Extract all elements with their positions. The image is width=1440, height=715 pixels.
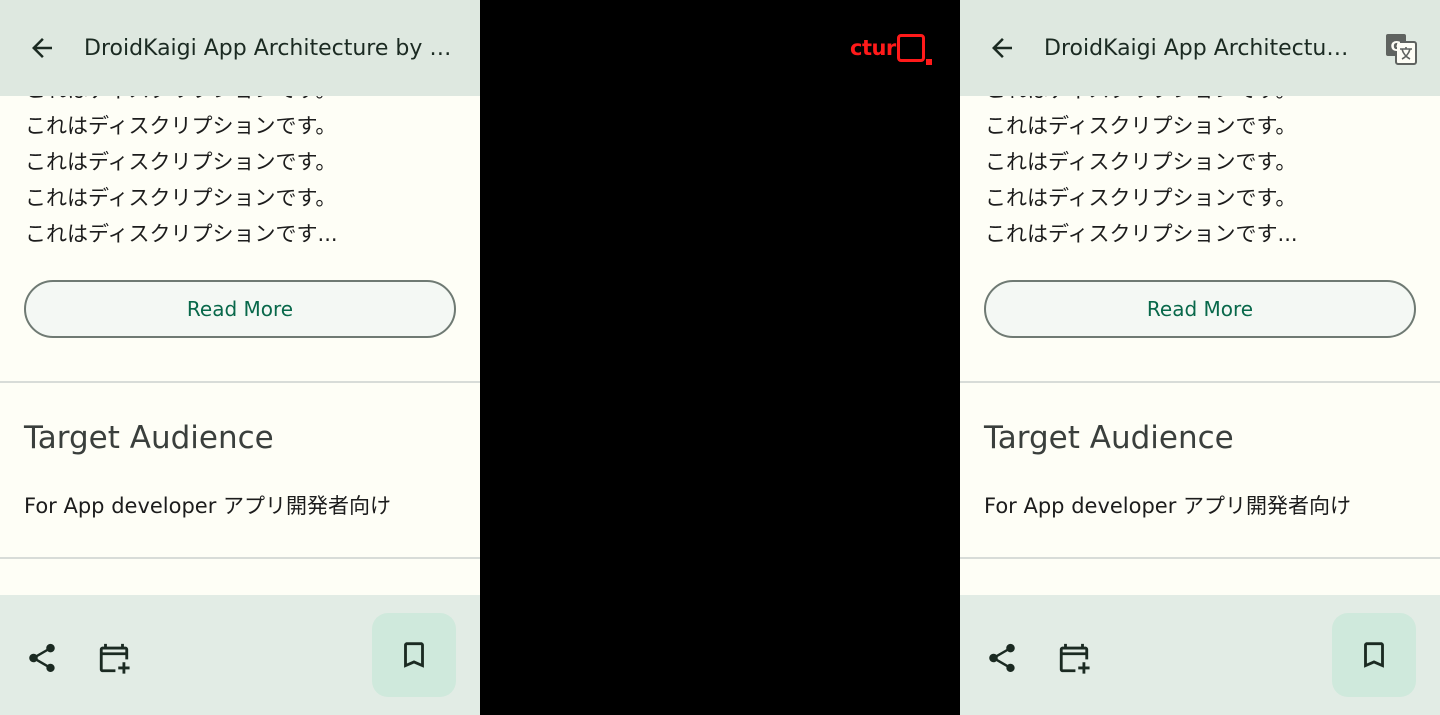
top-app-bar: DroidKaigi App Architecture by arkivanov… <box>960 0 1440 96</box>
session-detail-screen-right: これはディスクリプションです。 これはディスクリプションです。 これはディスクリ… <box>960 0 1440 715</box>
bookmark-button[interactable] <box>372 613 456 697</box>
read-more-button[interactable]: Read More <box>984 280 1416 338</box>
description-line: これはディスクリプションです。 <box>985 114 1297 138</box>
bookmark-icon <box>1364 642 1384 668</box>
share-button[interactable] <box>978 634 1026 682</box>
description-line: これはディスクリプションです。 <box>25 186 337 210</box>
top-app-bar: DroidKaigi App Architecture by arkivanov… <box>0 0 480 96</box>
bookmark-icon <box>404 642 424 668</box>
session-detail-screen-left: これはディスクリプションです。 これはディスクリプションです。 これはディスクリ… <box>0 0 480 715</box>
description-line: これはディスクリプションです... <box>25 222 338 246</box>
calendar-add-icon <box>99 643 130 674</box>
translate-icon <box>896 34 932 65</box>
description-line: これはディスクリプションです。 <box>985 186 1297 210</box>
overlay-text: ctur <box>850 36 896 60</box>
read-more-button[interactable]: Read More <box>24 280 456 338</box>
divider <box>960 381 1440 383</box>
description-line: これはディスクリプションです... <box>985 222 1298 246</box>
share-icon <box>29 643 55 673</box>
svg-text:G: G <box>1391 40 1402 55</box>
target-audience-title: Target Audience <box>24 420 274 456</box>
back-button[interactable] <box>980 26 1024 70</box>
session-title: DroidKaigi App Architecture by arkivanov… <box>84 35 460 61</box>
back-button[interactable] <box>20 26 64 70</box>
divider <box>960 557 1440 559</box>
add-to-calendar-button[interactable] <box>90 634 138 682</box>
session-title: DroidKaigi App Architecture by arkivanov… <box>1044 35 1350 61</box>
bottom-action-bar <box>0 595 480 715</box>
translate-icon: G <box>1386 34 1417 65</box>
description-line: これはディスクリプションです。 <box>25 150 337 174</box>
arrow-back-icon <box>32 38 52 58</box>
divider <box>0 381 480 383</box>
target-audience-body: For App developer アプリ開発者向け <box>24 494 392 518</box>
bottom-action-bar <box>960 595 1440 715</box>
description-line: これはディスクリプションです。 <box>25 114 337 138</box>
arrow-back-icon <box>992 38 1012 58</box>
overlay-glitch: ctur <box>850 30 932 66</box>
calendar-add-icon <box>1059 643 1090 674</box>
target-audience-body: For App developer アプリ開発者向け <box>984 494 1352 518</box>
translate-button[interactable]: G <box>1382 30 1420 68</box>
description-line: これはディスクリプションです。 <box>985 150 1297 174</box>
add-to-calendar-button[interactable] <box>1050 634 1098 682</box>
share-button[interactable] <box>18 634 66 682</box>
divider <box>0 557 480 559</box>
share-icon <box>989 643 1015 673</box>
blank-screen: ctur <box>480 0 960 715</box>
bookmark-button[interactable] <box>1332 613 1416 697</box>
target-audience-title: Target Audience <box>984 420 1234 456</box>
